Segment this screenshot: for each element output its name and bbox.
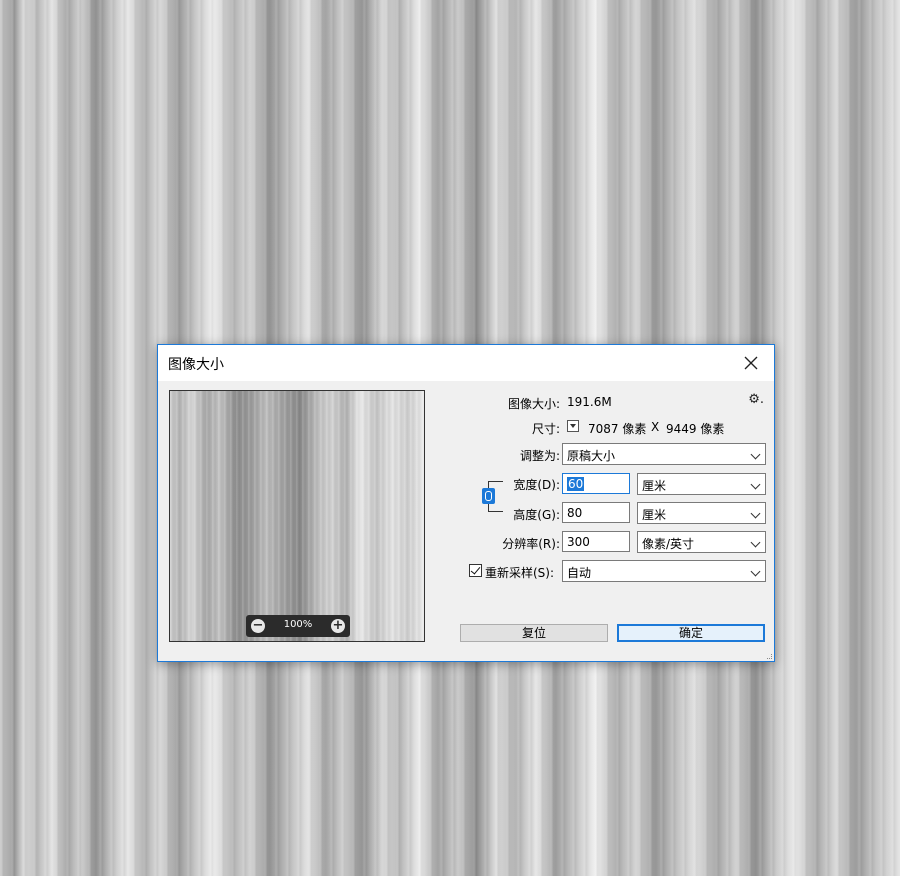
- image-preview[interactable]: − 100% +: [169, 390, 425, 642]
- height-label: 高度(G):: [513, 508, 560, 522]
- close-button[interactable]: [728, 345, 774, 381]
- width-unit: 厘米: [642, 479, 667, 493]
- gear-icon[interactable]: ⚙.: [748, 392, 764, 407]
- resolution-label: 分辨率(R):: [502, 537, 560, 551]
- chevron-down-icon: [750, 508, 761, 519]
- resolution-unit-select[interactable]: 像素/英寸: [637, 531, 766, 553]
- width-input[interactable]: 60: [562, 473, 630, 494]
- dimensions-height: 9449 像素: [666, 422, 725, 436]
- resample-checkbox[interactable]: [469, 564, 482, 577]
- reset-button-label: 复位: [521, 626, 546, 640]
- height-input[interactable]: 80: [562, 502, 630, 523]
- zoom-in-button[interactable]: +: [331, 619, 345, 633]
- resample-method-value: 自动: [567, 566, 592, 580]
- image-size-dialog: 图像大小 − 100% + 图像大小: 191.6M ⚙. 尺寸: 7087 像…: [157, 344, 775, 662]
- resolution-value: 300: [567, 535, 590, 549]
- ok-button[interactable]: 确定: [617, 624, 765, 642]
- resample-label: 重新采样(S):: [485, 566, 555, 580]
- chevron-down-icon: [750, 449, 761, 460]
- width-label: 宽度(D):: [513, 478, 560, 492]
- resize-grip[interactable]: [767, 654, 772, 659]
- reset-button[interactable]: 复位: [460, 624, 608, 642]
- height-unit: 厘米: [642, 508, 667, 522]
- fit-to-value: 原稿大小: [567, 449, 616, 463]
- chevron-down-icon: [750, 479, 761, 490]
- resolution-input[interactable]: 300: [562, 531, 630, 552]
- plus-icon: +: [332, 618, 344, 633]
- close-icon: [744, 356, 758, 370]
- width-unit-select[interactable]: 厘米: [637, 473, 766, 495]
- fit-to-label: 调整为:: [519, 449, 560, 463]
- image-size-value: 191.6M: [567, 395, 612, 409]
- ok-button-label: 确定: [678, 626, 703, 640]
- width-value: 60: [567, 477, 585, 491]
- zoom-control: − 100% +: [246, 615, 350, 637]
- dimensions-x: X: [651, 420, 660, 434]
- image-size-label: 图像大小:: [507, 397, 560, 411]
- dimensions-unit-dropdown[interactable]: [567, 420, 579, 432]
- dialog-title: 图像大小: [168, 357, 224, 373]
- chevron-down-icon: [750, 566, 761, 577]
- resample-method-select[interactable]: 自动: [562, 560, 766, 582]
- fit-to-select[interactable]: 原稿大小: [562, 443, 766, 465]
- dimensions-width: 7087 像素: [588, 422, 647, 436]
- dimensions-label: 尺寸:: [531, 422, 560, 436]
- resolution-unit: 像素/英寸: [642, 537, 695, 551]
- chevron-down-icon: [750, 537, 761, 548]
- height-unit-select[interactable]: 厘米: [637, 502, 766, 524]
- preview-texture: [170, 391, 424, 641]
- height-value: 80: [567, 506, 583, 520]
- title-bar: 图像大小: [158, 345, 774, 381]
